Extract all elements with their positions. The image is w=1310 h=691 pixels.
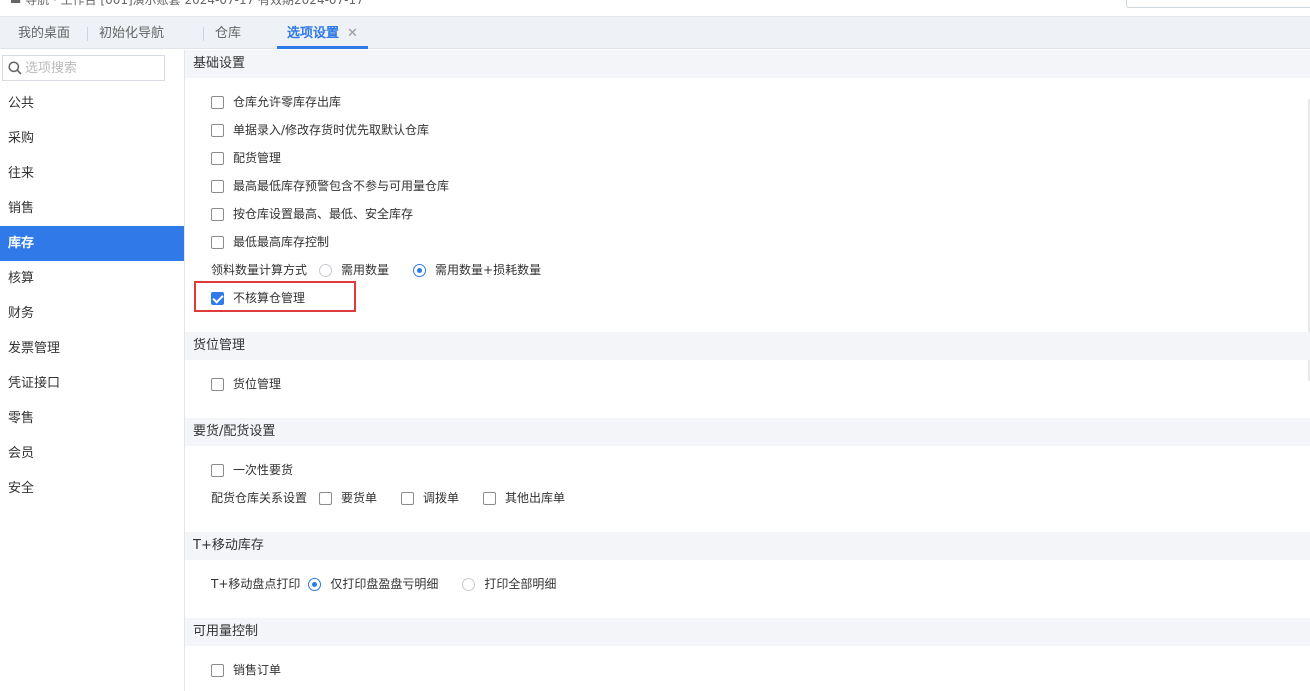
sidebar-item[interactable]: 发票管理	[0, 331, 184, 366]
tab-label: 我的桌面	[18, 26, 71, 41]
mobile-print-row: T+移动盘点打印 仅打印盘盈盘亏明细 打印全部明细	[211, 574, 556, 594]
basic-option[interactable]: 单据录入/修改存货时优先取默认仓库	[211, 120, 429, 140]
tab-my-desktop[interactable]: 我的桌面	[18, 17, 70, 48]
tab-label: 仓库	[215, 26, 242, 41]
tab-bar: 我的桌面 初始化导航 仓库 选项设置 ✕	[0, 17, 1310, 49]
search-icon	[8, 61, 22, 75]
option-label: 调拨单	[423, 491, 460, 505]
option-label: 按仓库设置最高、最低、安全库存	[233, 207, 414, 221]
checkbox[interactable]	[211, 151, 224, 165]
tab-warehouse[interactable]: 仓库	[215, 17, 241, 48]
checkbox-sales-order[interactable]	[211, 663, 224, 677]
checkbox[interactable]	[211, 235, 224, 249]
sidebar-item[interactable]: 凭证接口	[0, 366, 184, 401]
checkbox[interactable]	[211, 207, 224, 221]
options-search[interactable]	[2, 55, 165, 81]
section-mobile-title: T+移动库存	[185, 532, 1310, 560]
sidebar-item[interactable]: 零售	[0, 401, 184, 436]
sidebar-item[interactable]: 核算	[0, 261, 184, 296]
no-accounting-option[interactable]: 不核算仓管理	[211, 288, 305, 308]
option-label: 其他出库单	[505, 491, 566, 505]
option-label: 仓库允许零库存出库	[233, 95, 342, 109]
sales-order-option[interactable]: 销售订单	[211, 660, 281, 680]
location-option[interactable]: 货位管理	[211, 374, 281, 394]
radio-print-diff-only[interactable]	[308, 577, 322, 591]
section-location-title: 货位管理	[185, 332, 1310, 360]
radio-label: 打印全部明细	[484, 577, 557, 591]
radio-label: 仅打印盘盈盘亏明细	[330, 577, 439, 591]
section-request-title: 要货/配货设置	[185, 418, 1310, 446]
basic-option[interactable]: 仓库允许零库存出库	[211, 92, 341, 112]
radio-demand-plus-loss[interactable]	[413, 263, 427, 277]
tab-init-guide[interactable]: 初始化导航	[99, 17, 164, 48]
tab-options-settings[interactable]: 选项设置 ✕	[277, 17, 368, 49]
tab-divider	[87, 27, 88, 41]
option-label: 不核算仓管理	[233, 291, 306, 305]
one-time-request-option[interactable]: 一次性要货	[211, 460, 293, 480]
basic-option[interactable]: 按仓库设置最高、最低、安全库存	[211, 204, 413, 224]
checkbox-transfer-order[interactable]	[401, 491, 415, 505]
tab-divider	[203, 27, 204, 41]
sidebar-item[interactable]: 安全	[0, 471, 184, 506]
top-bar-crumb: ▬ 导航 · 工作台 [001]演示账套 2024-07-17 有效期2024-…	[10, 0, 364, 7]
option-label: 最低最高库存控制	[233, 235, 330, 249]
option-label: 货位管理	[233, 377, 282, 391]
option-label: 要货单	[341, 491, 378, 505]
sidebar-item[interactable]: 财务	[0, 296, 184, 331]
options-content: 基础设置 仓库允许零库存出库单据录入/修改存货时优先取默认仓库 配货管理最高最低库…	[185, 50, 1310, 691]
checkbox-location[interactable]	[211, 377, 224, 391]
checkbox-request-order[interactable]	[319, 491, 333, 505]
top-bar: ▬ 导航 · 工作台 [001]演示账套 2024-07-17 有效期2024-…	[0, 0, 1310, 17]
sidebar-item[interactable]: 公共	[0, 86, 184, 121]
section-basic-title: 基础设置	[185, 50, 1310, 78]
tab-label: 选项设置	[287, 26, 340, 41]
option-label: 销售订单	[233, 663, 282, 677]
radio-print-all[interactable]	[462, 577, 476, 591]
sidebar-item[interactable]: 销售	[0, 191, 184, 226]
radio-demand-qty[interactable]	[319, 263, 333, 277]
basic-option[interactable]: 最低最高库存控制	[211, 232, 329, 252]
checkbox[interactable]	[211, 123, 224, 137]
checkbox-one-time-request[interactable]	[211, 463, 224, 477]
option-label: 单据录入/修改存货时优先取默认仓库	[233, 123, 430, 137]
basic-option[interactable]: 最高最低库存预警包含不参与可用量仓库	[211, 176, 449, 196]
top-search-box[interactable]	[1126, 0, 1310, 8]
basic-option[interactable]: 配货管理	[211, 148, 281, 168]
sidebar-item[interactable]: 会员	[0, 436, 184, 471]
sidebar-item[interactable]: 采购	[0, 121, 184, 156]
mobile-print-label: T+移动盘点打印	[211, 577, 301, 591]
sidebar-item[interactable]: 库存	[0, 226, 184, 261]
material-calc-label: 领料数量计算方式	[211, 263, 308, 277]
radio-label: 需用数量+损耗数量	[435, 263, 542, 277]
options-sidebar: 公共采购往来销售库存核算财务发票管理凭证接口零售会员安全	[0, 50, 185, 691]
close-icon[interactable]: ✕	[347, 26, 358, 41]
section-available-title: 可用量控制	[185, 618, 1310, 646]
option-label: 配货管理	[233, 151, 282, 165]
option-label: 一次性要货	[233, 463, 294, 477]
radio-label: 需用数量	[341, 263, 390, 277]
checkbox[interactable]	[211, 179, 224, 193]
distribution-relation-row: 配货仓库关系设置 要货单 调拨单 其他出库单	[211, 488, 565, 508]
checkbox-other-outbound[interactable]	[483, 491, 497, 505]
distribution-relation-label: 配货仓库关系设置	[211, 491, 308, 505]
checkbox[interactable]	[211, 95, 224, 109]
material-calc-row: 领料数量计算方式 需用数量 需用数量+损耗数量	[211, 260, 541, 280]
sidebar-item[interactable]: 往来	[0, 156, 184, 191]
search-input[interactable]	[25, 59, 161, 77]
option-label: 最高最低库存预警包含不参与可用量仓库	[233, 179, 450, 193]
tab-label: 初始化导航	[99, 26, 165, 41]
checkbox-no-accounting[interactable]	[211, 291, 224, 305]
